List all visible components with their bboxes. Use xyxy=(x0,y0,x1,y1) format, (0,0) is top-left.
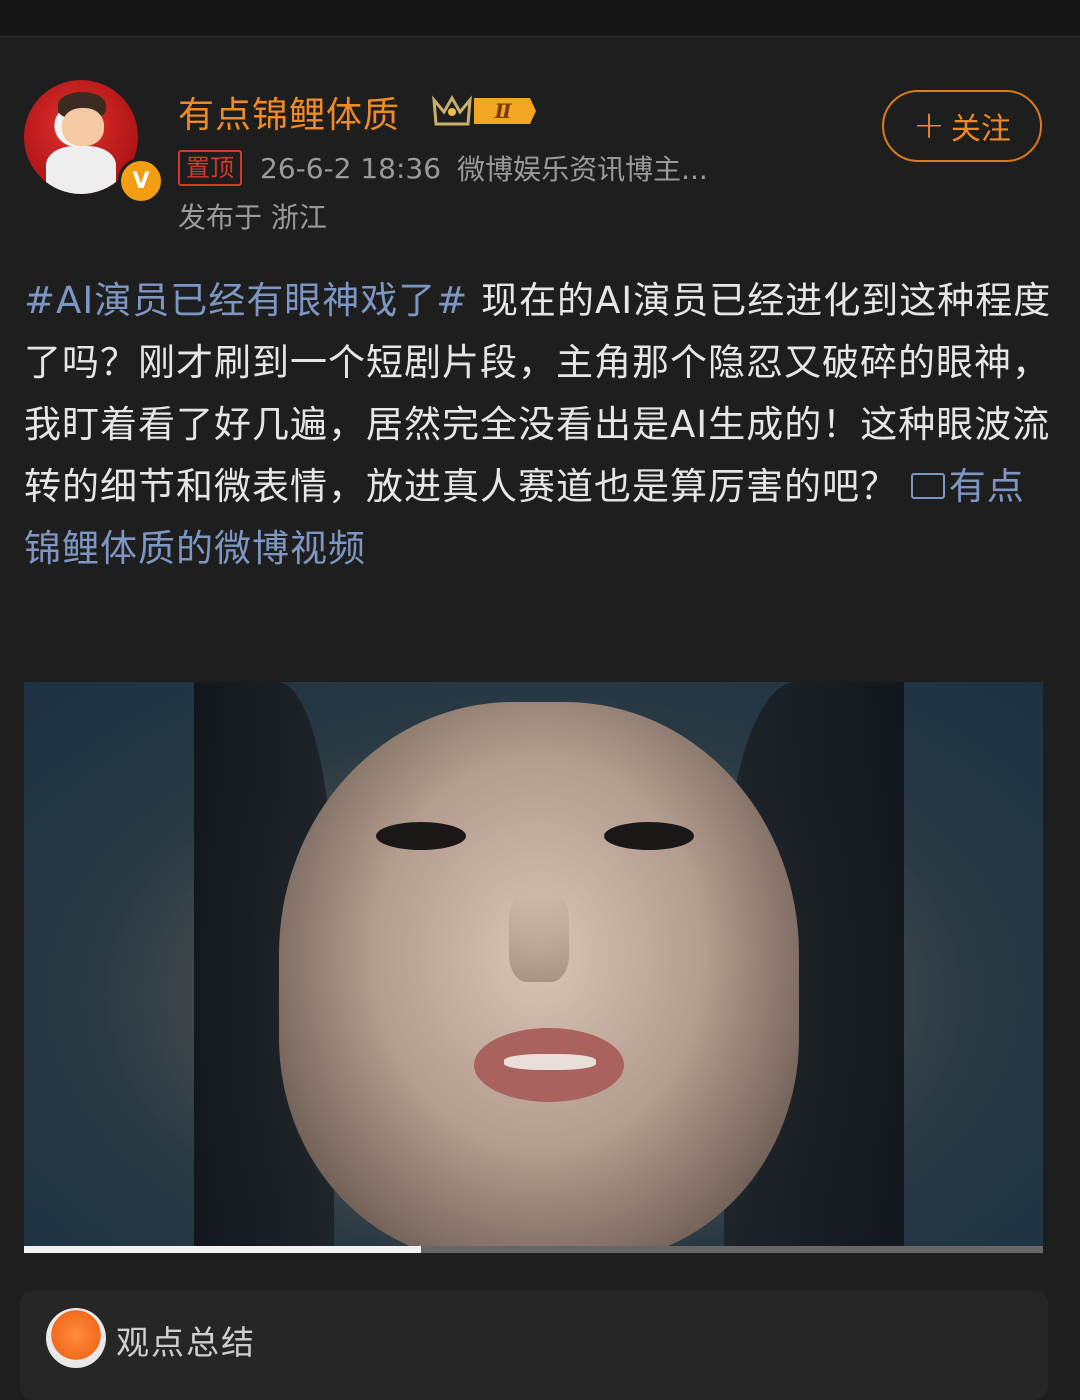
video-frame xyxy=(279,702,799,1252)
summary-title: 观点总结 xyxy=(116,1323,256,1362)
plus-icon: + xyxy=(913,103,945,147)
verified-badge-icon: V xyxy=(118,158,164,204)
post-source[interactable]: 微博娱乐资讯博主... xyxy=(457,148,708,188)
crown-level-badge-icon: Ⅱ xyxy=(432,94,536,126)
video-link-icon xyxy=(910,472,945,499)
follow-label: 关注 xyxy=(950,112,1011,147)
post-location: 发布于 浙江 xyxy=(178,201,327,234)
follow-button[interactable]: + 关注 xyxy=(882,90,1042,162)
post-meta: 置顶 26-6-2 18:36 微博娱乐资讯博主... xyxy=(178,148,708,188)
summary-card[interactable]: 观点总结 xyxy=(20,1290,1048,1400)
post-body: #AI演员已经有眼神戏了# 现在的AI演员已经进化到这种程度了吗？刚才刷到一个短… xyxy=(24,270,1058,580)
post-time: 26-6-2 18:36 xyxy=(260,151,442,185)
video-progress-fill xyxy=(24,1246,422,1253)
video-progress-bar[interactable] xyxy=(24,1246,1043,1253)
level-badge-text: Ⅱ xyxy=(494,99,513,123)
hashtag-link[interactable]: #AI演员已经有眼神戏了# xyxy=(24,279,468,322)
pinned-badge: 置顶 xyxy=(178,150,242,186)
video-player[interactable] xyxy=(24,682,1043,1252)
top-status-bar xyxy=(0,0,1080,37)
username[interactable]: 有点锦鲤体质 xyxy=(178,86,400,138)
user-avatar[interactable]: V xyxy=(24,80,164,204)
robot-avatar-icon xyxy=(46,1308,106,1368)
